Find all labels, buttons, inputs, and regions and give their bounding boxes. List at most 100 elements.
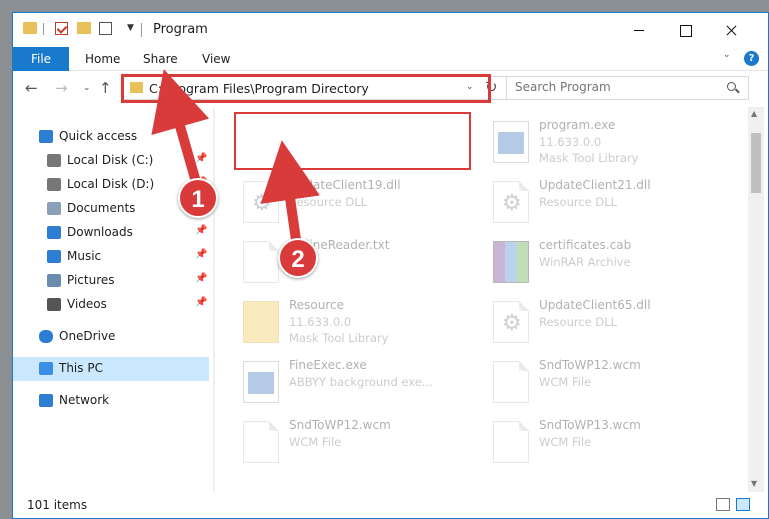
file-icon — [243, 421, 279, 463]
sidebar-item-onedrive[interactable]: OneDrive — [13, 325, 209, 349]
computer-icon — [39, 362, 53, 375]
sidebar-item-label: Music — [67, 249, 102, 263]
file-item-updateclient19-dll[interactable]: UpdateClient19.dll Resource DLL — [235, 173, 485, 229]
folder-icon — [243, 301, 279, 343]
pictures-icon — [47, 274, 61, 287]
file-detail: Mask Tool Library — [289, 331, 389, 345]
customize-toolbar-chevron-icon[interactable]: ▼ — [127, 23, 134, 33]
navigation-pane-scrollbar[interactable] — [213, 107, 215, 492]
status-bar: 101 items — [13, 492, 768, 518]
sidebar-item-downloads[interactable]: Downloads 📌 — [13, 221, 209, 245]
sidebar-item-label: Local Disk (D:) — [67, 177, 155, 191]
file-item-updateclient65-dll[interactable]: UpdateClient65.dll Resource DLL — [485, 293, 735, 349]
sidebar-item-label: Downloads — [67, 225, 133, 239]
file-detail: WCM File — [539, 435, 592, 449]
file-item-resource[interactable]: Resource 11.633.0.0 Mask Tool Library — [235, 293, 485, 349]
file-name: Resource — [289, 298, 345, 312]
sidebar-item-quick-access[interactable]: Quick access — [13, 125, 209, 149]
file-item-program-exe[interactable]: program.exe 11.633.0.0 Mask Tool Library — [485, 113, 735, 169]
close-button[interactable] — [708, 13, 754, 47]
folder-icon[interactable] — [23, 22, 37, 34]
recent-locations-chevron-icon[interactable]: ⌄ — [83, 83, 91, 93]
scroll-down-icon[interactable]: ▼ — [751, 479, 757, 488]
pin-icon[interactable]: 📌 — [195, 249, 207, 260]
file-name: UpdateClient65.dll — [539, 298, 651, 312]
file-detail: Resource DLL — [289, 195, 368, 209]
file-detail: ABBYY background exe... — [289, 375, 433, 389]
file-detail: Mask Tool Library — [539, 151, 639, 165]
pin-icon[interactable]: 📌 — [195, 225, 207, 236]
tab-home[interactable]: Home — [85, 47, 120, 71]
file-detail: WCM File — [539, 375, 592, 389]
large-icons-view-icon[interactable] — [736, 498, 750, 511]
file-icon — [493, 361, 529, 403]
details-view-icon[interactable] — [716, 498, 730, 511]
title-bar: ▼ Program — [13, 13, 768, 47]
file-name: FineExec.exe — [289, 358, 367, 372]
scroll-thumb[interactable] — [751, 133, 761, 193]
file-item-sndtowp12-wcm[interactable]: SndToWP12.wcm WCM File — [485, 353, 735, 409]
file-detail: Resource DLL — [539, 315, 618, 329]
text-file-icon — [243, 241, 279, 283]
new-folder-icon[interactable] — [77, 22, 91, 34]
file-item-onlinereader-txt[interactable]: OnlineReader.txt — [235, 233, 485, 289]
videos-icon — [47, 298, 61, 311]
file-item-updateclient21-dll[interactable]: UpdateClient21.dll Resource DLL — [485, 173, 735, 229]
pin-icon[interactable]: 📌 — [195, 273, 207, 284]
properties-check-icon[interactable] — [55, 22, 68, 35]
exe-icon — [493, 121, 529, 163]
file-name: SndToWP12.wcm — [539, 358, 641, 372]
minimize-button[interactable] — [616, 13, 662, 47]
sidebar-item-label: Documents — [67, 201, 136, 215]
sidebar-item-network[interactable]: Network — [13, 389, 209, 413]
file-name: program.exe — [539, 118, 616, 132]
cloud-icon — [39, 330, 53, 343]
file-item-fineexec-exe[interactable]: FineExec.exe ABBYY background exe... — [235, 353, 485, 409]
separator — [141, 23, 142, 37]
file-detail: 11.633.0.0 — [539, 135, 602, 149]
pin-icon[interactable]: 📌 — [195, 153, 207, 164]
file-item-certificates-cab[interactable]: certificates.cab WinRAR Archive — [485, 233, 735, 289]
vertical-scrollbar[interactable]: ▲ ▼ — [748, 107, 764, 492]
file-detail: Resource DLL — [539, 195, 618, 209]
highlighted-file-box — [234, 112, 471, 170]
address-bar-highlight — [121, 74, 491, 103]
tab-share[interactable]: Share — [143, 47, 178, 71]
sidebar-item-videos[interactable]: Videos 📌 — [13, 293, 209, 317]
file-item-sndtowp12-wcm[interactable]: SndToWP12.wcm WCM File — [235, 413, 485, 469]
scroll-up-icon[interactable]: ▲ — [751, 109, 757, 118]
expand-ribbon-chevron-icon[interactable]: ⌄ — [723, 50, 731, 60]
maximize-button[interactable] — [662, 13, 708, 47]
sidebar-item-label: OneDrive — [59, 329, 116, 343]
search-box[interactable] — [506, 76, 749, 100]
back-arrow-icon[interactable]: ← — [25, 79, 38, 97]
search-input[interactable] — [515, 80, 715, 94]
help-icon[interactable]: ? — [744, 51, 759, 66]
sidebar-item-music[interactable]: Music 📌 — [13, 245, 209, 269]
forward-arrow-icon[interactable]: → — [55, 79, 68, 97]
up-arrow-icon[interactable]: ↑ — [99, 79, 112, 97]
pin-icon[interactable]: 📌 — [195, 297, 207, 308]
sidebar-item-this-pc[interactable]: This PC — [13, 357, 209, 381]
step-two-callout: 2 — [278, 238, 318, 278]
documents-icon — [47, 202, 61, 215]
sidebar-item-label: Videos — [67, 297, 107, 311]
sidebar-item-pictures[interactable]: Pictures 📌 — [13, 269, 209, 293]
file-name: UpdateClient21.dll — [539, 178, 651, 192]
file-name: certificates.cab — [539, 238, 632, 252]
file-name: UpdateClient19.dll — [289, 178, 401, 192]
file-name: SndToWP13.wcm — [539, 418, 641, 432]
file-item-sndtowp13-wcm[interactable]: SndToWP13.wcm WCM File — [485, 413, 735, 469]
search-icon[interactable] — [727, 82, 736, 91]
tab-view[interactable]: View — [202, 47, 230, 71]
properties-icon[interactable] — [99, 22, 112, 35]
archive-icon — [493, 241, 529, 283]
window-title: Program — [153, 22, 208, 37]
file-icon — [493, 421, 529, 463]
sidebar-item-local-disk-c[interactable]: Local Disk (C:) 📌 — [13, 149, 209, 173]
gears-icon — [493, 301, 529, 343]
sidebar-item-label: Quick access — [59, 129, 138, 143]
navigation-bar: ← → ⌄ ↑ C:\Program Files\Program Directo… — [13, 71, 768, 107]
tab-file[interactable]: File — [13, 47, 69, 71]
ribbon-tabs: File Home Share View ⌄ ? — [13, 47, 768, 71]
